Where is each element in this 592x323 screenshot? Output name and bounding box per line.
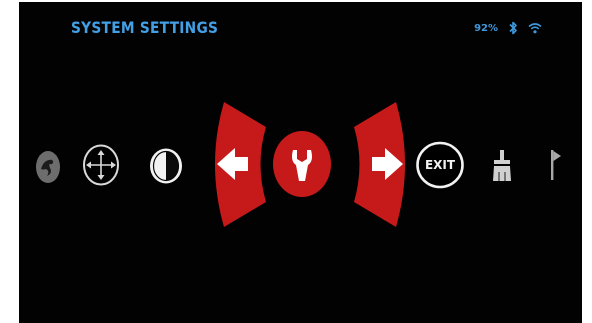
compass-icon[interactable]: [82, 144, 120, 186]
wrench-icon[interactable]: [270, 128, 334, 200]
bluetooth-icon: [508, 21, 518, 35]
exit-label: EXIT: [424, 158, 456, 172]
battery-level: 92%: [474, 22, 498, 34]
selected-settings-cluster: [210, 102, 410, 227]
wifi-icon: [528, 22, 542, 34]
clear-brush-icon[interactable]: [491, 150, 513, 182]
exit-icon[interactable]: EXIT: [415, 141, 465, 189]
page-title: SYSTEM SETTINGS: [71, 18, 219, 37]
left-arrow-icon[interactable]: [210, 102, 272, 227]
status-bar: 92%: [474, 20, 542, 36]
device-screen: SYSTEM SETTINGS 92% EXIT: [19, 2, 582, 323]
reticle-icon[interactable]: [35, 150, 61, 184]
right-arrow-icon[interactable]: [348, 102, 410, 227]
flag-icon[interactable]: [549, 150, 563, 180]
contrast-icon[interactable]: [148, 147, 184, 185]
